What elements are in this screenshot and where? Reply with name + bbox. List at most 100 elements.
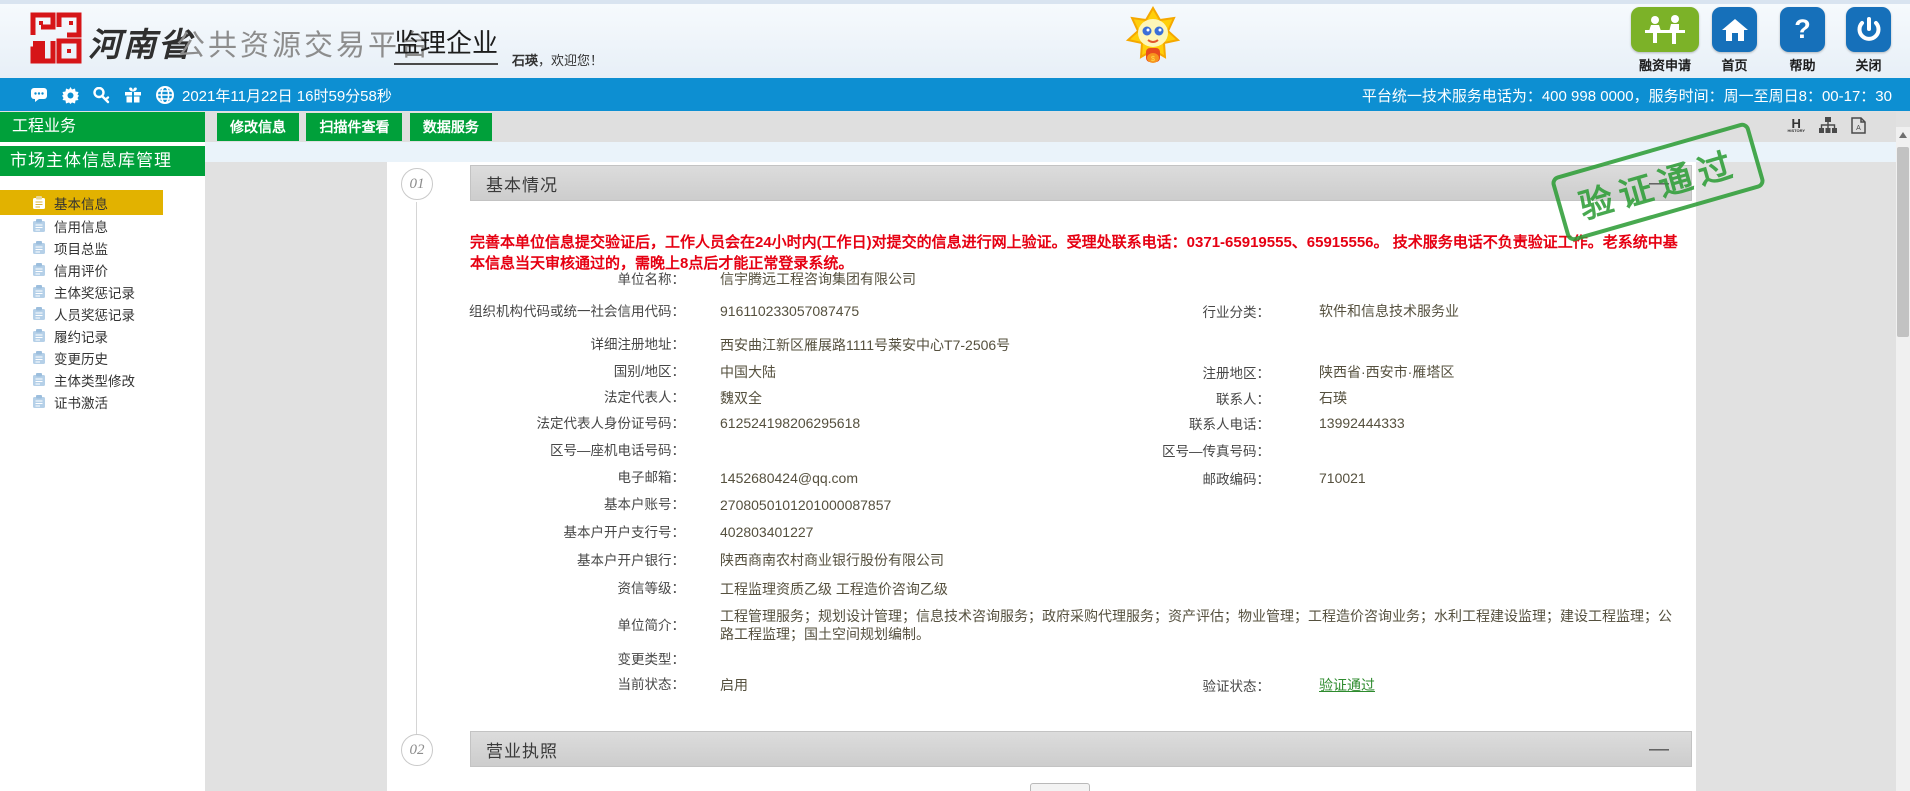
field-label: 电子邮箱： — [617, 470, 686, 485]
field-label: 联系人： — [1216, 391, 1270, 407]
pdf-icon[interactable]: A — [1851, 117, 1866, 134]
sitemap-icon[interactable] — [1819, 117, 1837, 134]
section2-header: 营业执照 — — [470, 731, 1692, 767]
help-label: 帮助 — [1789, 58, 1816, 73]
field-label: 行业分类： — [1202, 305, 1271, 320]
field-value: 402803401227 — [720, 524, 814, 540]
field-value: 软件和信息技术服务业 — [1319, 303, 1459, 319]
field-value: 612524198206295618 — [720, 415, 861, 431]
app-window: 河南省 公共资源交易平台 监理企业 石瑛，欢迎您！ $ 融资申请 首页 ? 帮助… — [0, 0, 1910, 791]
field-label: 变更类型： — [617, 651, 686, 667]
gear-icon[interactable] — [62, 86, 79, 104]
sidebar-item-credit-eval[interactable]: 信用评价 — [0, 259, 205, 281]
sidebar-title-business[interactable]: 工程业务 — [0, 112, 205, 142]
field-value: 西安曲江新区雁展路1111号莱安中心T7-2506号 — [720, 336, 1011, 353]
field-value: 石瑛 — [1319, 389, 1347, 406]
modify-info-button[interactable]: 修改信息 — [217, 113, 299, 141]
field-value: 710021 — [1319, 469, 1366, 486]
sidebar-item-performance-records[interactable]: 履约记录 — [0, 325, 205, 347]
message-icon[interactable] — [30, 87, 48, 103]
clipboard-icon — [33, 241, 45, 254]
basic-info-form: 单位名称： 信宇腾远工程咨询集团有限公司 组织机构代码或统一社会信用代码： 91… — [387, 267, 1696, 698]
section2-title: 营业执照 — [486, 741, 558, 761]
field-value: 工程管理服务；规划设计管理；信息技术咨询服务；政府采购代理服务；资产评估；物业管… — [720, 608, 1672, 642]
home-label: 首页 — [1721, 58, 1748, 73]
field-label: 当前状态： — [617, 677, 686, 692]
close-button[interactable]: 关闭 — [1846, 7, 1891, 74]
field-value: 陕西商南农村商业银行股份有限公司 — [720, 552, 944, 568]
sidebar-menu: 基本信息 信用信息 项目总监 信用评价 主体奖惩记录 人员奖惩记录 履约记录 变… — [0, 190, 205, 413]
clipboard-icon — [33, 285, 45, 298]
field-value: 1452680424@qq.com — [720, 469, 858, 486]
clipboard-icon — [33, 395, 45, 408]
sidebar-item-credit-info[interactable]: 信用信息 — [0, 215, 205, 237]
clipboard-icon — [33, 219, 45, 232]
help-button[interactable]: ? 帮助 — [1780, 7, 1825, 74]
field-value: 魏双全 — [720, 389, 762, 406]
svg-text:A: A — [1856, 125, 1861, 132]
field-value: 陕西省·西安市·雁塔区 — [1319, 363, 1455, 380]
field-value: 13992444333 — [1319, 415, 1405, 431]
clipboard-icon — [33, 307, 45, 320]
field-label: 区号—传真号码： — [1162, 444, 1270, 459]
clipboard-icon — [33, 195, 45, 209]
field-label: 联系人电话： — [1189, 417, 1270, 432]
status-bar: 2021年11月22日 16时59分58秒 平台统一技术服务电话为：400 99… — [0, 78, 1910, 111]
field-value: 中国大陆 — [720, 363, 776, 380]
power-icon — [1846, 7, 1891, 52]
history-icon[interactable]: H HISTORY — [1787, 117, 1805, 133]
close-label: 关闭 — [1855, 58, 1882, 73]
sidebar-section-market-subject[interactable]: 市场主体信息库管理 — [0, 146, 205, 176]
main-content: 验证通过 01 基本情况 — 完善本单位信息提交验证后，工作人员会在24小时内(… — [205, 120, 1896, 791]
finance-people-icon — [1631, 7, 1699, 52]
section1-title: 基本情况 — [486, 175, 558, 195]
clipboard-icon — [33, 263, 45, 276]
section2-number: 02 — [401, 734, 433, 766]
globe-icon[interactable] — [156, 86, 174, 104]
section1-number: 01 — [401, 168, 433, 200]
svg-text:$: $ — [1151, 56, 1155, 63]
field-value: 信宇腾远工程咨询集团有限公司 — [720, 271, 916, 287]
field-value: 916110233057087475 — [720, 303, 860, 319]
field-label: 邮政编码： — [1202, 471, 1271, 487]
field-label: 单位名称： — [617, 271, 686, 287]
data-service-button[interactable]: 数据服务 — [409, 113, 492, 141]
sidebar-item-change-history[interactable]: 变更历史 — [0, 347, 205, 369]
field-label: 资信等级： — [617, 581, 686, 596]
vertical-scrollbar[interactable] — [1896, 127, 1910, 791]
key-icon[interactable] — [93, 86, 110, 104]
sidebar-item-subject-rewards[interactable]: 主体奖惩记录 — [0, 281, 205, 303]
verification-status-link[interactable]: 验证通过 — [1319, 675, 1696, 695]
finance-apply-button[interactable]: 融资申请 — [1631, 7, 1699, 74]
sidebar-item-basic-info[interactable]: 基本信息 — [0, 190, 163, 215]
field-label: 验证状态： — [1202, 678, 1271, 694]
field-label: 单位简介： — [617, 617, 686, 633]
clipboard-icon — [33, 329, 45, 342]
sidebar-item-project-director[interactable]: 项目总监 — [0, 237, 205, 259]
welcome-suffix: ，欢迎您！ — [538, 53, 604, 68]
scrollbar-thumb[interactable] — [1897, 147, 1909, 337]
gift-icon[interactable] — [124, 87, 142, 103]
welcome-text: 石瑛，欢迎您！ — [512, 50, 603, 69]
scroll-up-arrow[interactable] — [1896, 127, 1910, 143]
field-label: 注册地区： — [1202, 365, 1271, 381]
finance-apply-label: 融资申请 — [1638, 58, 1691, 73]
clipboard-icon — [33, 373, 45, 386]
field-label: 基本户开户支行号： — [563, 524, 686, 540]
collapse-icon[interactable]: — — [1649, 738, 1669, 761]
field-label: 组织机构代码或统一社会信用代码： — [469, 303, 685, 319]
scan-view-button[interactable]: 扫描件查看 — [306, 113, 403, 141]
brand-role: 监理企业 — [394, 23, 499, 65]
content-toolbar: 修改信息 扫描件查看 数据服务 H HISTORY A — [205, 112, 1896, 142]
field-label: 区号—座机电话号码： — [550, 442, 685, 458]
field-label: 法定代表人： — [604, 390, 685, 405]
datetime-text: 2021年11月22日 16时59分58秒 — [182, 88, 392, 105]
welcome-user-name: 石瑛 — [512, 53, 539, 68]
field-label: 基本户账号： — [604, 497, 685, 512]
home-icon — [1712, 7, 1757, 52]
sidebar-item-personnel-rewards[interactable]: 人员奖惩记录 — [0, 303, 205, 325]
sidebar-item-subject-type-modify[interactable]: 主体类型修改 — [0, 369, 205, 391]
home-button[interactable]: 首页 — [1712, 7, 1757, 74]
license-partial-element — [1030, 783, 1090, 791]
sidebar-item-certificate-activation[interactable]: 证书激活 — [0, 391, 205, 413]
